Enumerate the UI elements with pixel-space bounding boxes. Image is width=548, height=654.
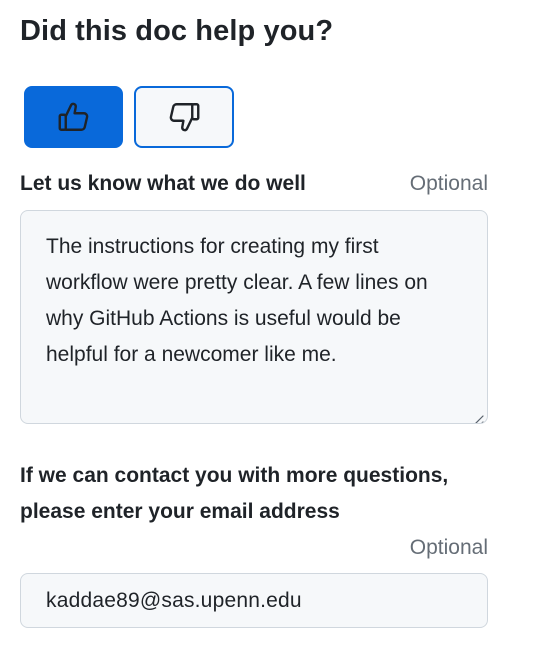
comment-textarea[interactable]: The instructions for creating my first w… — [20, 210, 488, 424]
feedback-title: Did this doc help you? — [20, 15, 334, 47]
comment-label: Let us know what we do well — [20, 172, 306, 195]
thumbs-up-button[interactable] — [24, 86, 123, 148]
email-optional-hint: Optional — [409, 536, 488, 559]
email-value: kaddae89@sas.upenn.edu — [46, 589, 302, 612]
comment-optional-hint: Optional — [409, 172, 488, 195]
thumbs-up-icon — [56, 99, 92, 135]
thumbs-down-button[interactable] — [134, 86, 234, 148]
comment-text: The instructions for creating my first w… — [46, 235, 428, 366]
email-field[interactable]: kaddae89@sas.upenn.edu — [20, 573, 488, 628]
thumbs-down-icon — [166, 99, 202, 135]
email-label: If we can contact you with more question… — [20, 464, 449, 523]
resize-handle-icon[interactable] — [469, 405, 485, 423]
